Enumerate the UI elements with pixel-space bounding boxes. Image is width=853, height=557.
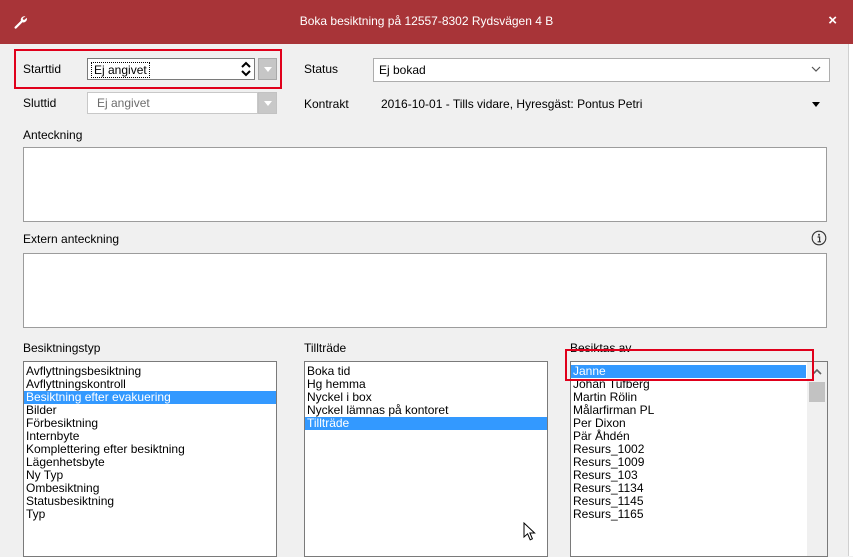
- kontrakt-value[interactable]: 2016-10-01 - Tills vidare, Hyresgäst: Po…: [381, 97, 642, 111]
- chevron-down-icon: [811, 66, 821, 72]
- title-bar: Boka besiktning på 12557-8302 Rydsvägen …: [0, 0, 853, 44]
- window-title: Boka besiktning på 12557-8302 Rydsvägen …: [299, 14, 554, 28]
- extern-anteckning-textarea[interactable]: [23, 253, 827, 328]
- list-item[interactable]: Tillträde: [305, 417, 547, 430]
- sluttid-value: Ej angivet: [97, 96, 150, 110]
- tilltrade-label: Tillträde: [304, 341, 347, 355]
- besiktas-av-scrollbar[interactable]: [807, 362, 827, 556]
- mouse-pointer-icon: [523, 522, 536, 541]
- status-label: Status: [304, 62, 339, 76]
- kontrakt-label: Kontrakt: [304, 97, 349, 111]
- list-item[interactable]: Besiktning efter evakuering: [24, 391, 276, 404]
- kontrakt-dropdown-icon[interactable]: [812, 102, 820, 108]
- tilltrade-list[interactable]: Boka tid Hg hemma Nyckel i box Nyckel lämna…: [304, 361, 548, 557]
- sluttid-field: Ej angivet: [87, 92, 258, 114]
- besiktningstyp-label: Besiktningstyp: [23, 341, 101, 355]
- sluttid-dropdown-button: [258, 92, 277, 114]
- starttid-highlight-box: [14, 49, 282, 89]
- besiktningstyp-list[interactable]: Avflyttningsbesiktning Avflyttningskontro…: [23, 361, 277, 557]
- anteckning-textarea[interactable]: [23, 147, 827, 222]
- dialog-body: Starttid Ej angivet Sluttid Ej angivet S…: [0, 44, 848, 557]
- besiktas-av-list[interactable]: Janne Johan Tufberg Martin Rölin Målarfirma…: [570, 361, 828, 557]
- status-value: Ej bokad: [379, 63, 426, 77]
- list-item[interactable]: Statusbesiktning: [24, 495, 276, 508]
- besiktas-av-highlight-box: [565, 349, 814, 381]
- anteckning-label: Anteckning: [23, 128, 83, 142]
- besiktas-av-scroll-thumb[interactable]: [809, 382, 825, 402]
- window-right-edge: [848, 44, 853, 556]
- status-select[interactable]: Ej bokad: [373, 58, 830, 82]
- list-item[interactable]: Resurs_1165: [571, 508, 806, 521]
- sluttid-label: Sluttid: [23, 96, 57, 110]
- list-item[interactable]: Typ: [24, 508, 276, 521]
- extern-anteckning-label: Extern anteckning: [23, 232, 120, 246]
- close-button[interactable]: ×: [828, 12, 837, 29]
- info-icon[interactable]: [811, 230, 827, 246]
